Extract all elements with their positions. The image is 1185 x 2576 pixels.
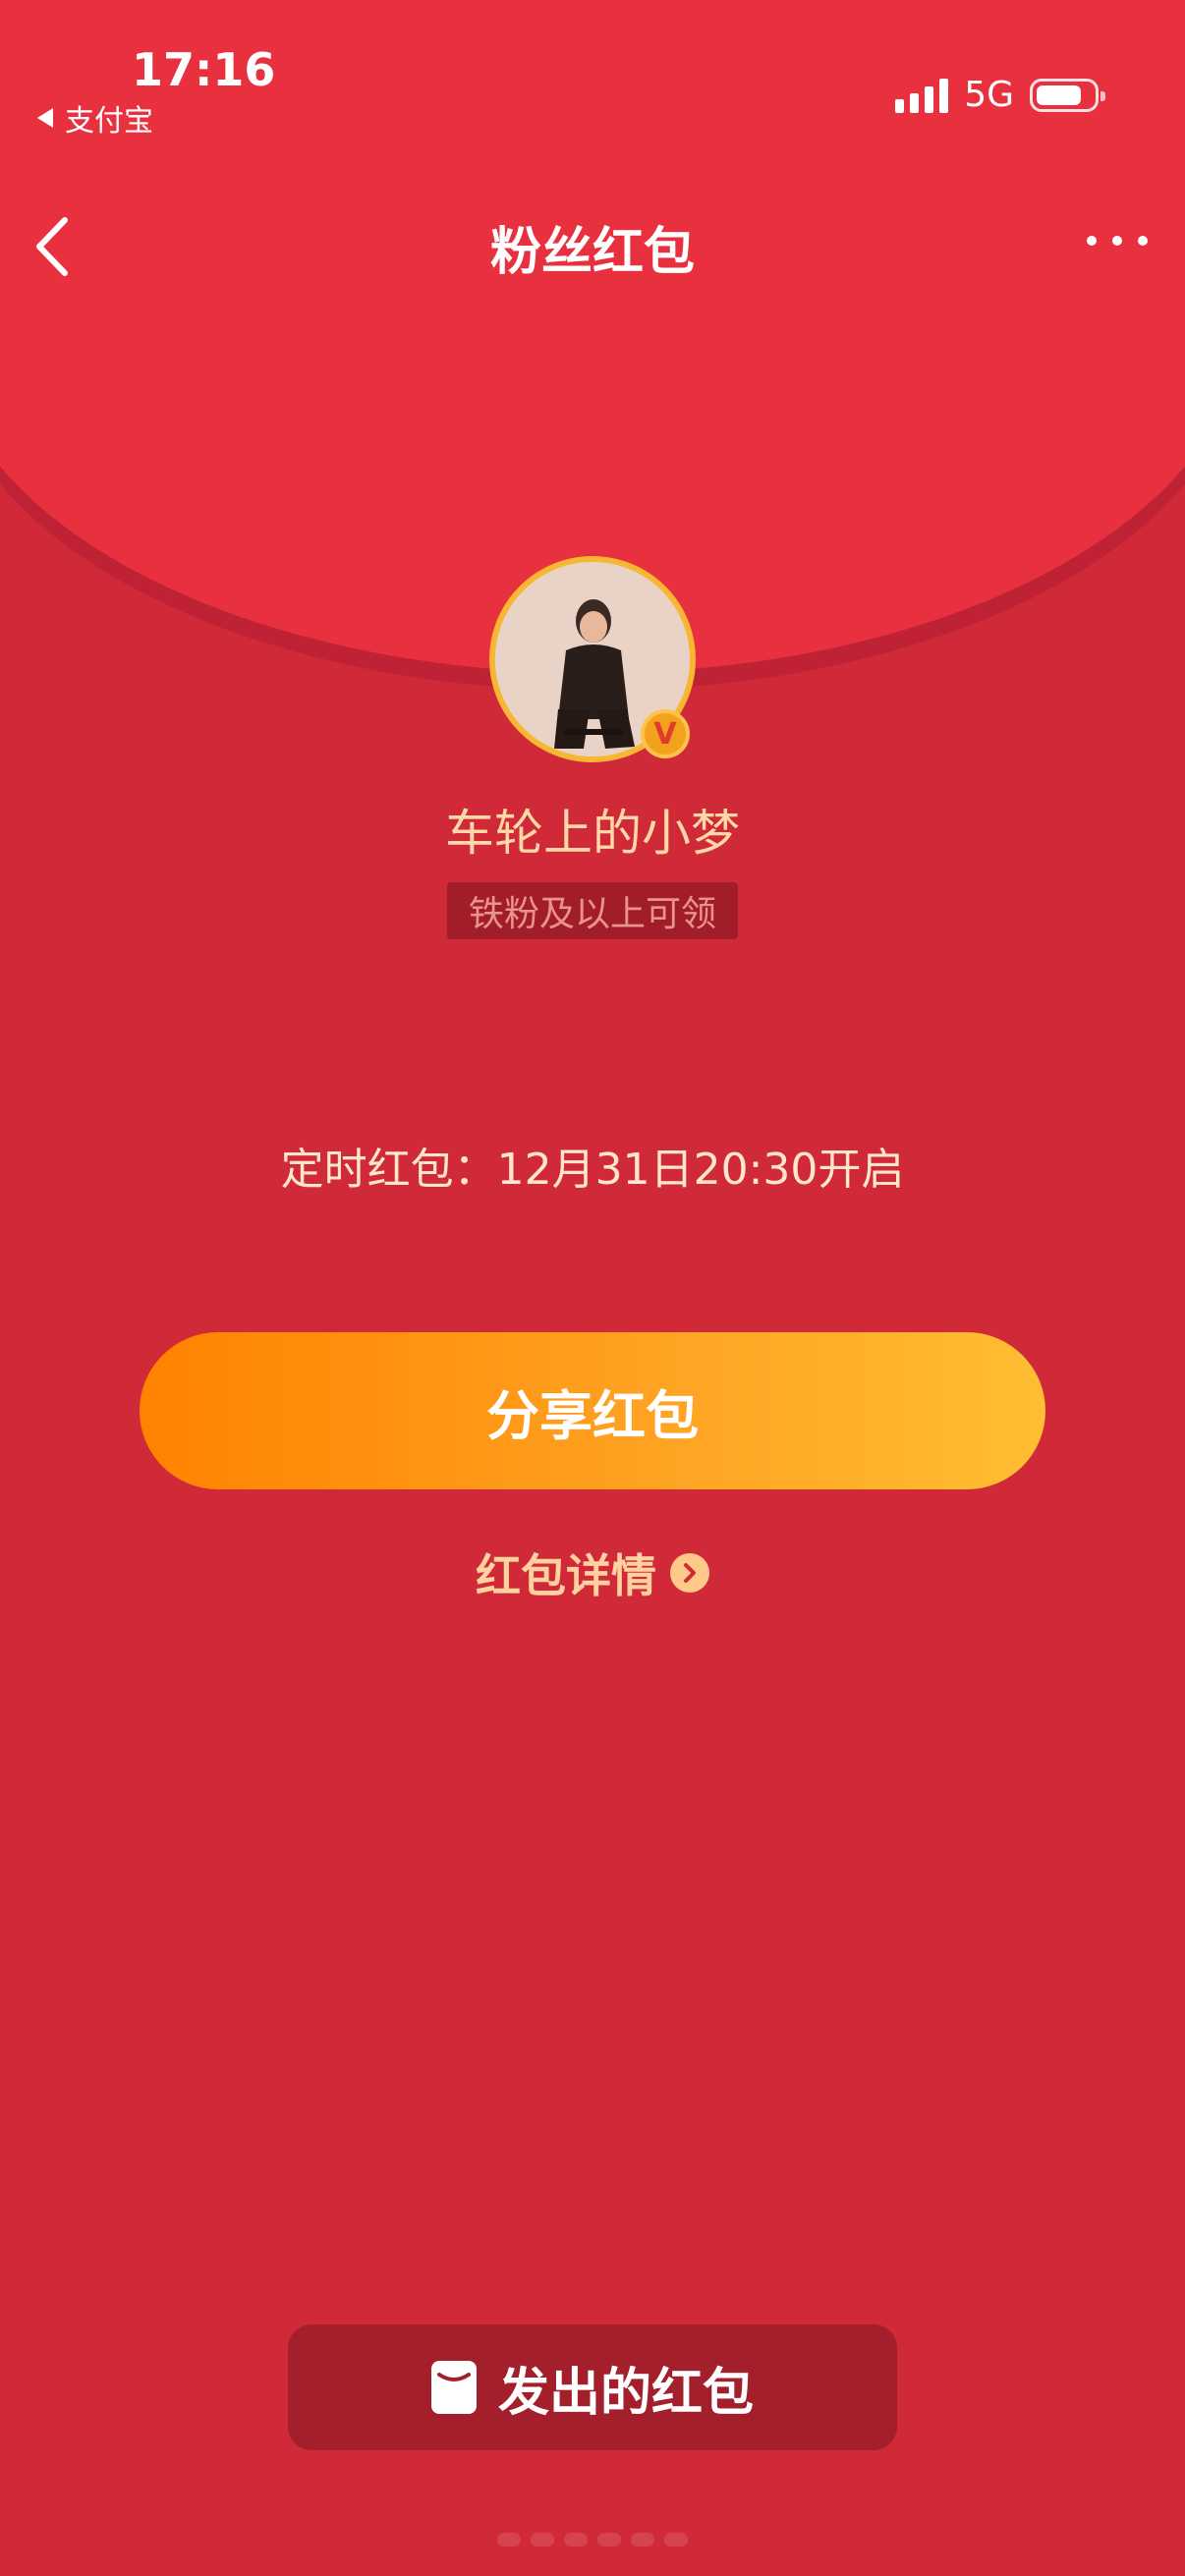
- sent-packets-label: 发出的红包: [497, 2363, 754, 2423]
- username: 车轮上的小梦: [445, 805, 740, 862]
- page-title: 粉丝红包: [489, 223, 695, 282]
- battery-icon: [1030, 78, 1105, 112]
- network-label: 5G: [964, 75, 1014, 115]
- status-time: 17:16: [132, 43, 276, 96]
- more-button[interactable]: [1087, 236, 1148, 246]
- envelope-icon: [430, 2361, 477, 2414]
- status-indicators: 5G: [895, 75, 1105, 115]
- eligibility-tag: 铁粉及以上可领: [447, 882, 738, 939]
- red-packet-page: 17:16 支付宝 5G 粉丝红包 V 车轮上的小梦 铁粉及以上可领 定时红包：…: [0, 0, 1185, 2576]
- back-app-label: 支付宝: [65, 104, 153, 139]
- timer-text: 定时红包：12月31日20:30开启: [280, 1145, 905, 1195]
- sent-packets-button[interactable]: 发出的红包: [288, 2324, 897, 2450]
- chevron-right-icon: [670, 1553, 709, 1593]
- verified-badge-icon: V: [641, 709, 690, 758]
- share-button[interactable]: 分享红包: [140, 1332, 1045, 1489]
- watermark: [0, 2533, 1185, 2547]
- more-dots-icon: [1087, 236, 1097, 246]
- details-label: 红包详情: [476, 1549, 656, 1602]
- back-to-app-link[interactable]: 支付宝: [37, 96, 153, 140]
- details-link[interactable]: 红包详情: [0, 1540, 1185, 1605]
- back-triangle-icon: [37, 108, 53, 128]
- signal-icon: [895, 78, 949, 113]
